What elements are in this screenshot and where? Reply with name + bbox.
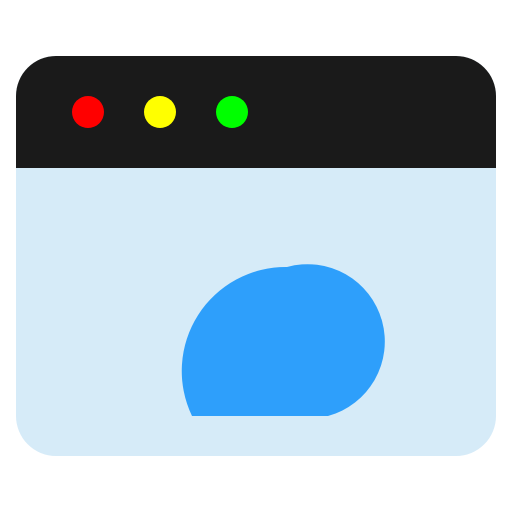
close-window-button[interactable] <box>72 96 104 128</box>
window-content <box>16 168 496 456</box>
window-titlebar <box>16 56 496 168</box>
cloud-icon <box>181 264 385 416</box>
browser-window-illustration <box>0 0 512 512</box>
app-window <box>16 56 496 456</box>
maximize-window-button[interactable] <box>216 96 248 128</box>
cloud-shape <box>181 264 385 416</box>
minimize-window-button[interactable] <box>144 96 176 128</box>
